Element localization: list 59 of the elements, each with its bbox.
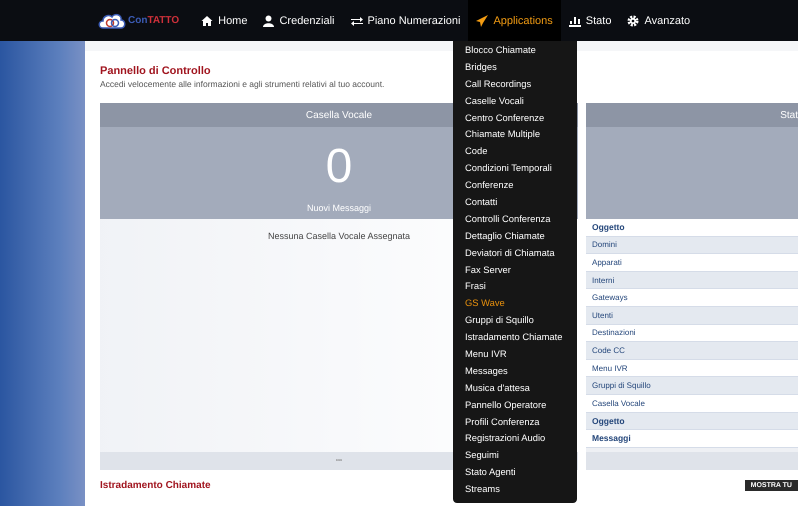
menu-item[interactable]: Contatti [453, 193, 577, 210]
menu-item[interactable]: Menu IVR [453, 345, 577, 362]
table-row: Messaggi [586, 430, 798, 448]
menu-item[interactable]: Profili Conferenza [453, 412, 577, 430]
paper-plane-icon [476, 14, 488, 26]
menu-item[interactable]: Streams [453, 480, 577, 498]
nav-item[interactable]: Avanzato [619, 0, 698, 41]
menu-item[interactable]: Pannello Operatore [453, 396, 577, 413]
nav-item[interactable]: Applications [468, 0, 561, 41]
menu-item[interactable]: Istradamento Chiamate [453, 328, 577, 346]
table-row: Menu IVR [586, 360, 798, 378]
table-row: Code CC [586, 342, 798, 360]
nav-item[interactable]: Piano Numerazioni [342, 0, 468, 41]
menu-item[interactable]: Conferenze [453, 176, 577, 194]
table-row: Casella Vocale [586, 394, 798, 413]
menu-item[interactable]: Musica d'attesa [453, 378, 577, 396]
table-row: Oggetto [586, 412, 798, 430]
menu-item[interactable]: Frasi [453, 277, 577, 294]
table-row: Oggetto [586, 219, 798, 237]
page-title: Pannello di Controllo [100, 65, 211, 77]
section-title: Istradamento Chiamate [100, 480, 211, 491]
menu-item[interactable]: Bridges [453, 58, 577, 75]
table-row: Destinazioni [586, 324, 798, 342]
cloud-logo-icon [97, 12, 127, 30]
table-row: Gruppi di Squillo [586, 377, 798, 395]
table-row: Gateways [586, 289, 798, 307]
menu-item[interactable]: Controlli Conferenza [453, 210, 577, 227]
nav-item[interactable]: Home [193, 0, 256, 41]
menu-item[interactable]: Call Recordings [453, 74, 577, 92]
home-icon [201, 14, 214, 26]
table-row: Interni [586, 272, 798, 290]
settings-icon [627, 14, 640, 26]
menu-item[interactable]: Centro Conferenze [453, 108, 577, 126]
menu-item[interactable]: Blocco Chiamate [453, 41, 577, 58]
bar-chart-icon [568, 14, 581, 26]
menu-item[interactable]: Code [453, 142, 577, 160]
swap-arrows-icon [350, 16, 362, 26]
message-count: 0 [326, 143, 352, 191]
menu-item[interactable]: Chiamate Multiple [453, 125, 577, 142]
menu-item[interactable]: Deviatori di Chiamata [453, 244, 577, 261]
page-subtitle: Accedi velocemente alle informazioni e agli strumenti relativi al tuo account. [100, 79, 384, 89]
table-row: Utenti [586, 306, 798, 325]
menu-item[interactable]: Fax Server [453, 260, 577, 278]
logo-text: ConTATTO [128, 15, 180, 26]
empty-message: Nessuna Casella Vocale Assegnata [268, 231, 410, 243]
user-icon [263, 14, 274, 26]
menu-item[interactable]: Messages [453, 362, 577, 379]
menu-item[interactable]: GS Wave [453, 294, 577, 312]
table-row: Apparati [586, 254, 798, 272]
contatto-logo[interactable]: ConTATTO [97, 12, 180, 30]
menu-item[interactable]: Dettaglio Chiamate [453, 226, 577, 244]
nav-item[interactable]: Credenziali [255, 0, 342, 41]
count-label: Nuovi Messaggi [306, 203, 372, 213]
nav-item[interactable]: Stato [560, 0, 620, 41]
menu-item[interactable]: Registrazioni Audio [453, 429, 577, 446]
menu-item[interactable]: Condizioni Temporali [453, 159, 577, 176]
panel-header: Stat [586, 103, 798, 127]
menu-item[interactable]: Gruppi di Squillo [453, 311, 577, 328]
table-row: Domini [586, 236, 798, 254]
